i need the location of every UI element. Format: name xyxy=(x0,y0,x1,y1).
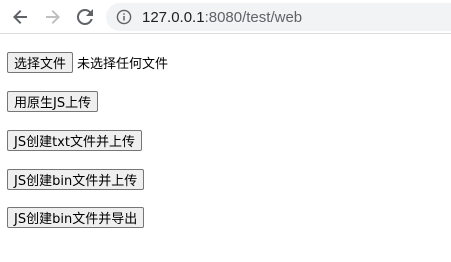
create-bin-export-button[interactable]: JS创建bin文件并导出 xyxy=(7,207,145,228)
create-bin-upload-button[interactable]: JS创建bin文件并上传 xyxy=(7,169,145,190)
file-input: 选择文件 未选择任何文件 xyxy=(7,52,168,73)
address-bar[interactable]: 127.0.0.1:8080/test/web xyxy=(106,3,451,31)
file-status-text: 未选择任何文件 xyxy=(77,57,169,72)
forward-button[interactable] xyxy=(39,4,65,30)
create-bin-export-row: JS创建bin文件并导出 xyxy=(7,207,145,228)
create-txt-upload-row: JS创建txt文件并上传 xyxy=(7,130,142,151)
arrow-left-icon xyxy=(13,10,27,24)
url-path: :8080/test/web xyxy=(204,8,303,26)
create-bin-upload-row: JS创建bin文件并上传 xyxy=(7,169,145,190)
info-circle-icon[interactable] xyxy=(116,9,132,25)
choose-file-button[interactable]: 选择文件 xyxy=(7,52,74,73)
arrow-right-icon xyxy=(46,10,60,24)
url-host: 127.0.0.1 xyxy=(142,8,205,26)
create-txt-upload-button[interactable]: JS创建txt文件并上传 xyxy=(7,130,142,151)
back-button[interactable] xyxy=(8,4,34,30)
url-text: 127.0.0.1:8080/test/web xyxy=(142,9,302,26)
reload-icon xyxy=(76,8,93,25)
reload-button[interactable] xyxy=(72,4,98,30)
native-upload-row: 用原生JS上传 xyxy=(7,91,99,112)
native-upload-button[interactable]: 用原生JS上传 xyxy=(7,91,99,112)
browser-toolbar: 127.0.0.1:8080/test/web xyxy=(0,0,451,34)
